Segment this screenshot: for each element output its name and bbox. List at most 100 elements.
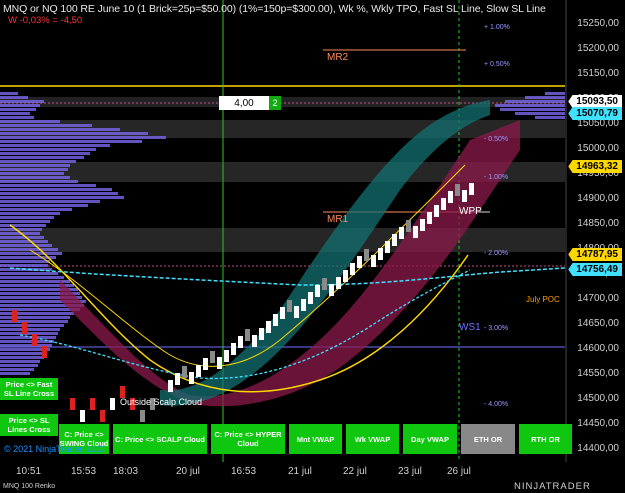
y-tick: 14900,00	[577, 193, 619, 204]
wpp-label: WPP	[459, 206, 482, 217]
vwap-price-tag: 15070,79	[568, 107, 622, 120]
july-poc-label: July POC	[526, 295, 560, 304]
pct-label: - 4.00%	[484, 401, 509, 408]
renko-brick	[231, 343, 236, 355]
y-tick: 15250,00	[577, 18, 619, 29]
renko-brick	[378, 248, 383, 260]
y-tick: 14600,00	[577, 343, 619, 354]
renko-brick	[287, 300, 292, 312]
weekly-change: W -0,03% = -4,50	[8, 15, 83, 26]
copyright: © 2021 NinjaTrader, LLC	[4, 444, 104, 454]
renko-brick	[217, 357, 222, 369]
x-tick: 20 jul	[176, 466, 200, 477]
renko-brick	[392, 234, 397, 246]
week-vwap-button[interactable]: Wk VWAP	[346, 424, 399, 454]
y-tick: 14550,00	[577, 368, 619, 379]
renko-brick	[371, 255, 376, 267]
renko-brick	[273, 314, 278, 326]
renko-brick	[413, 226, 418, 238]
renko-brick	[189, 372, 194, 384]
y-tick: 14400,00	[577, 443, 619, 454]
renko-brick	[280, 307, 285, 319]
renko-brick	[70, 398, 75, 410]
renko-brick	[315, 285, 320, 297]
order-quantity-field[interactable]: 4,00	[219, 96, 269, 110]
renko-brick	[357, 256, 362, 268]
mr1-label: MR1	[327, 214, 349, 225]
y-tick: 14450,00	[577, 418, 619, 429]
renko-brick	[238, 336, 243, 348]
renko-brick	[364, 249, 369, 261]
renko-brick	[427, 212, 432, 224]
pct-label: - 1.00%	[484, 174, 509, 181]
renko-brick	[455, 184, 460, 196]
fast-sl-cross-button[interactable]: Price <> Fast SL Line Cross	[0, 378, 58, 400]
renko-brick	[203, 358, 208, 370]
renko-brick	[441, 198, 446, 210]
y-tick: 14500,00	[577, 393, 619, 404]
x-tick: 21 jul	[288, 466, 312, 477]
renko-brick	[196, 365, 201, 377]
instrument-footer: MNQ 100 Renko	[3, 483, 56, 490]
x-tick: 23 jul	[398, 466, 422, 477]
renko-brick	[301, 299, 306, 311]
pct-label: - 0.50%	[484, 136, 509, 143]
x-tick: 26 jul	[447, 466, 471, 477]
y-tick: 15000,00	[577, 143, 619, 154]
renko-brick	[343, 270, 348, 282]
sl-lines-cross-button[interactable]: Price <> SL Lines Cross	[0, 414, 58, 436]
x-tick: 18:03	[113, 466, 139, 477]
renko-brick	[406, 220, 411, 232]
renko-brick	[80, 410, 85, 422]
x-tick: 22 jul	[343, 466, 367, 477]
y-tick: 15200,00	[577, 43, 619, 54]
renko-brick	[434, 205, 439, 217]
renko-brick	[329, 284, 334, 296]
last-price-tag: 15093,50	[568, 95, 622, 108]
order-count-badge[interactable]: 2	[269, 96, 281, 110]
y-tick: 15150,00	[577, 68, 619, 79]
renko-brick	[308, 292, 313, 304]
y-tick: 14850,00	[577, 218, 619, 229]
slow-sl-price-tag: 14787,95	[568, 248, 622, 261]
y-tick: 14650,00	[577, 318, 619, 329]
renko-brick	[90, 398, 95, 410]
renko-brick	[462, 190, 467, 202]
fast-sl-price-tag: 14963,32	[568, 160, 622, 173]
renko-brick	[140, 410, 145, 422]
renko-brick	[336, 277, 341, 289]
renko-brick	[350, 263, 355, 275]
y-tick: 14700,00	[577, 293, 619, 304]
renko-brick	[224, 350, 229, 362]
renko-brick	[168, 380, 173, 392]
month-vwap-button[interactable]: Mnt VWAP	[289, 424, 342, 454]
renko-brick	[294, 306, 299, 318]
renko-brick	[420, 219, 425, 231]
renko-brick	[259, 328, 264, 340]
x-tick: 10:51	[16, 466, 42, 477]
renko-brick	[100, 410, 105, 422]
renko-chart[interactable]	[0, 0, 625, 493]
day-vwap-button[interactable]: Day VWAP	[403, 424, 457, 454]
x-tick: 16:53	[231, 466, 257, 477]
rth-or-button[interactable]: RTH OR	[519, 424, 572, 454]
renko-brick	[22, 322, 27, 334]
ws1-label: WS1	[459, 322, 481, 333]
brand-logo: NINJATRADER	[514, 481, 591, 492]
week-vwap-price-tag: 14756,49	[568, 263, 622, 276]
renko-brick	[448, 191, 453, 203]
renko-brick	[322, 278, 327, 290]
x-tick: 15:53	[71, 466, 97, 477]
cloud-status-label: Outside Scalp Cloud	[120, 397, 203, 407]
pct-label: + 0.50%	[484, 61, 510, 68]
chart-title: MNQ or NQ 100 RE June 10 (1 Brick=25p=$5…	[3, 3, 546, 15]
mr2-label: MR2	[327, 52, 349, 63]
pct-label: - 2.00%	[484, 250, 509, 257]
renko-brick	[252, 335, 257, 347]
renko-brick	[266, 321, 271, 333]
renko-brick	[385, 241, 390, 253]
eth-or-button[interactable]: ETH OR	[461, 424, 515, 454]
renko-brick	[399, 227, 404, 239]
hyper-cloud-button[interactable]: C: Price <> HYPER Cloud	[211, 424, 285, 454]
scalp-cloud-button[interactable]: C: Price <> SCALP Cloud	[113, 424, 207, 454]
